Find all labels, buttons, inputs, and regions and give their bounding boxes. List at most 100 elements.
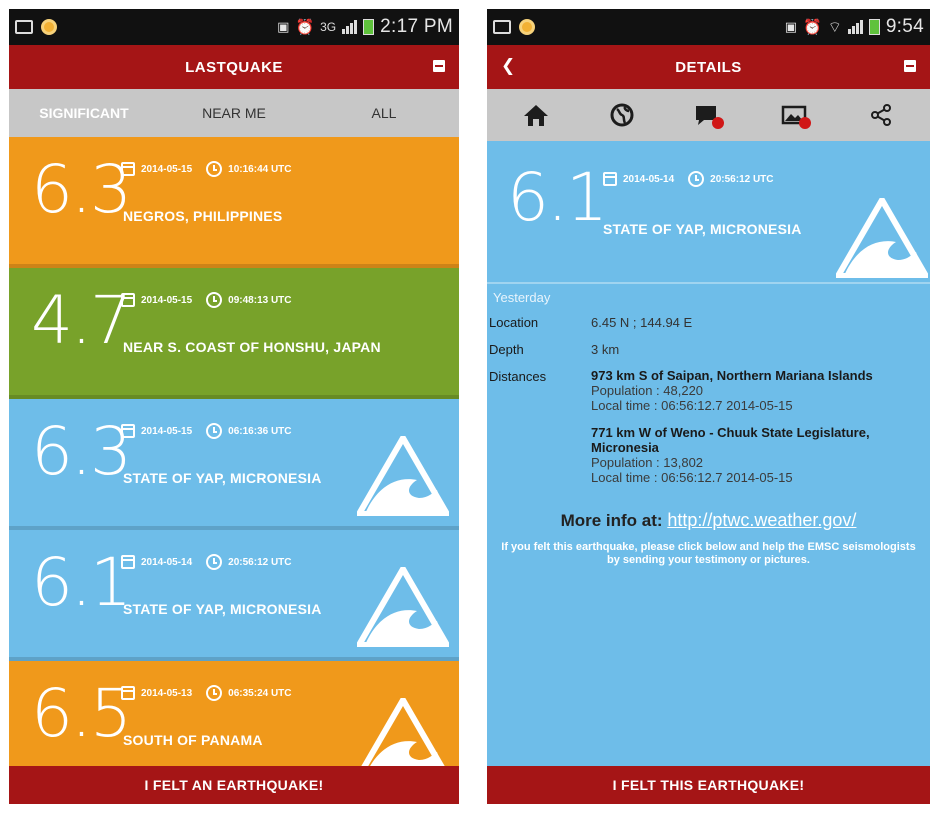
calendar-icon: [121, 424, 135, 438]
more-info-link[interactable]: http://ptwc.weather.gov/: [667, 510, 856, 530]
screen-title: DETAILS: [675, 58, 742, 76]
event-details: Yesterday Location 6.45 N ; 144.94 E Dep…: [487, 284, 930, 568]
event-meta: 2014-05-15 10:16:44 UTC: [121, 161, 292, 177]
more-info: More info at: http://ptwc.weather.gov/: [487, 510, 930, 531]
distance-item: 973 km S of Saipan, Northern Mariana Isl…: [591, 368, 930, 414]
distances-row: Distances 973 km S of Saipan, Northern M…: [487, 368, 930, 498]
earthquake-item[interactable]: 6.3 2014-05-15 06:16:36 UTC STATE OF YAP…: [9, 399, 459, 530]
app-notification-icon: [41, 19, 57, 35]
event-region: STATE OF YAP, MICRONESIA: [603, 221, 802, 237]
event-date: 2014-05-15: [141, 425, 193, 437]
event-header: 6.1 2014-05-14 20:56:12 UTC STATE OF YAP…: [487, 141, 930, 284]
event-date: 2014-05-15: [141, 163, 193, 175]
signal-icon: [847, 20, 863, 34]
event-region: STATE OF YAP, MICRONESIA: [123, 601, 322, 617]
location-row: Location 6.45 N ; 144.94 E: [487, 315, 930, 330]
app-title: LASTQUAKE: [185, 58, 283, 76]
magnitude: 6.3: [31, 151, 132, 228]
earthquake-item[interactable]: 6.5 2014-05-13 06:35:24 UTC SOUTH OF PAN…: [9, 661, 459, 766]
tsunami-icon: [357, 567, 449, 647]
earthquake-list: 6.3 2014-05-15 10:16:44 UTC NEGROS, PHIL…: [9, 137, 459, 766]
network-type-label: 3G: [320, 20, 337, 34]
event-date: 2014-05-13: [141, 687, 193, 699]
pictures-icon[interactable]: [773, 97, 817, 133]
share-icon[interactable]: [859, 97, 903, 133]
status-bar: ▣ ⏰ ⌔ 9:54: [487, 9, 930, 45]
comments-badge: [712, 117, 725, 129]
magnitude: 6.3: [31, 413, 132, 490]
home-icon[interactable]: [514, 97, 558, 133]
distance-population: Population : 48,220: [591, 382, 704, 398]
event-region: NEAR S. COAST OF HONSHU, JAPAN: [123, 339, 381, 355]
event-date: 2014-05-14: [141, 556, 193, 568]
magnitude: 4.7: [31, 282, 132, 359]
battery-icon: [363, 19, 375, 35]
tsunami-icon: [836, 198, 928, 278]
magnitude: 6.5: [31, 675, 132, 752]
status-time: 2:17 PM: [380, 16, 453, 37]
felt-this-earthquake-button[interactable]: I FELT THIS EARTHQUAKE!: [487, 766, 930, 804]
menu-icon[interactable]: [904, 60, 916, 72]
nfc-icon: ▣: [784, 19, 798, 34]
globe-icon[interactable]: [600, 97, 644, 133]
event-meta: 2014-05-14 20:56:12 UTC: [603, 171, 774, 187]
tab-near-me[interactable]: NEAR ME: [159, 105, 309, 121]
event-region: NEGROS, PHILIPPINES: [123, 208, 283, 224]
distances-list: 973 km S of Saipan, Northern Mariana Isl…: [591, 368, 930, 498]
alarm-icon: ⏰: [803, 19, 822, 36]
earthquake-item[interactable]: 4.7 2014-05-15 09:48:13 UTC NEAR S. COAS…: [9, 268, 459, 399]
event-time: 06:35:24 UTC: [228, 687, 292, 699]
menu-icon[interactable]: [433, 60, 445, 72]
event-region: STATE OF YAP, MICRONESIA: [123, 470, 322, 486]
tab-significant[interactable]: SIGNIFICANT: [9, 105, 159, 121]
clock-icon: [206, 685, 223, 701]
filter-tabs: SIGNIFICANT NEAR ME ALL: [9, 89, 459, 137]
depth-row: Depth 3 km: [487, 342, 930, 357]
clock-icon: [206, 292, 223, 308]
magnitude: 6.1: [507, 159, 608, 236]
clock-icon: [206, 161, 223, 177]
event-meta: 2014-05-15 09:48:13 UTC: [121, 292, 292, 308]
distance-local-time: Local time : 06:56:12.7 2014-05-15: [591, 469, 793, 485]
lastquake-screen: ▣ ⏰ 3G 2:17 PM LASTQUAKE SIGNIFICANT NEA…: [9, 9, 459, 804]
event-meta: 2014-05-15 06:16:36 UTC: [121, 423, 292, 439]
calendar-icon: [121, 162, 135, 176]
back-icon[interactable]: ❮: [501, 56, 516, 76]
status-bar: ▣ ⏰ 3G 2:17 PM: [9, 9, 459, 45]
signal-icon: [342, 20, 358, 34]
event-time: 06:16:36 UTC: [228, 425, 292, 437]
comments-icon[interactable]: [686, 97, 730, 133]
distance-population: Population : 13,802: [591, 454, 704, 470]
tab-all[interactable]: ALL: [309, 105, 459, 121]
pictures-badge: [798, 117, 811, 129]
event-meta: 2014-05-13 06:35:24 UTC: [121, 685, 292, 701]
distances-label: Distances: [489, 369, 547, 384]
event-time: 20:56:12 UTC: [710, 173, 774, 185]
alarm-icon: ⏰: [295, 19, 315, 36]
event-time: 10:16:44 UTC: [228, 163, 292, 175]
magnitude: 6.1: [31, 544, 132, 621]
event-region: SOUTH OF PANAMA: [123, 732, 263, 748]
calendar-icon: [121, 293, 135, 307]
battery-icon: [868, 19, 880, 35]
event-date: 2014-05-14: [623, 173, 675, 185]
details-toolbar: [487, 89, 930, 141]
distance-title: 973 km S of Saipan, Northern Mariana Isl…: [591, 368, 873, 383]
distance-local-time: Local time : 06:56:12.7 2014-05-15: [591, 397, 793, 413]
app-bar: LASTQUAKE: [9, 45, 459, 89]
depth-label: Depth: [489, 342, 524, 357]
app-notification-icon: [519, 19, 535, 35]
gallery-notification-icon: [493, 20, 511, 34]
event-meta: 2014-05-14 20:56:12 UTC: [121, 554, 292, 570]
calendar-icon: [121, 686, 135, 700]
details-screen: ▣ ⏰ ⌔ 9:54 ❮ DETAILS 6.1 2014-05-14 20:5…: [487, 9, 930, 804]
status-time: 9:54: [885, 16, 924, 37]
earthquake-item[interactable]: 6.1 2014-05-14 20:56:12 UTC STATE OF YAP…: [9, 530, 459, 661]
more-info-label: More info at:: [560, 510, 663, 530]
distance-title: 771 km W of Weno - Chuuk State Legislatu…: [591, 424, 870, 455]
location-value: 6.45 N ; 144.94 E: [591, 315, 693, 330]
earthquake-item[interactable]: 6.3 2014-05-15 10:16:44 UTC NEGROS, PHIL…: [9, 137, 459, 268]
event-time: 20:56:12 UTC: [228, 556, 292, 568]
felt-earthquake-button[interactable]: I FELT AN EARTHQUAKE!: [9, 766, 459, 804]
wifi-icon: ⌔: [827, 18, 842, 36]
